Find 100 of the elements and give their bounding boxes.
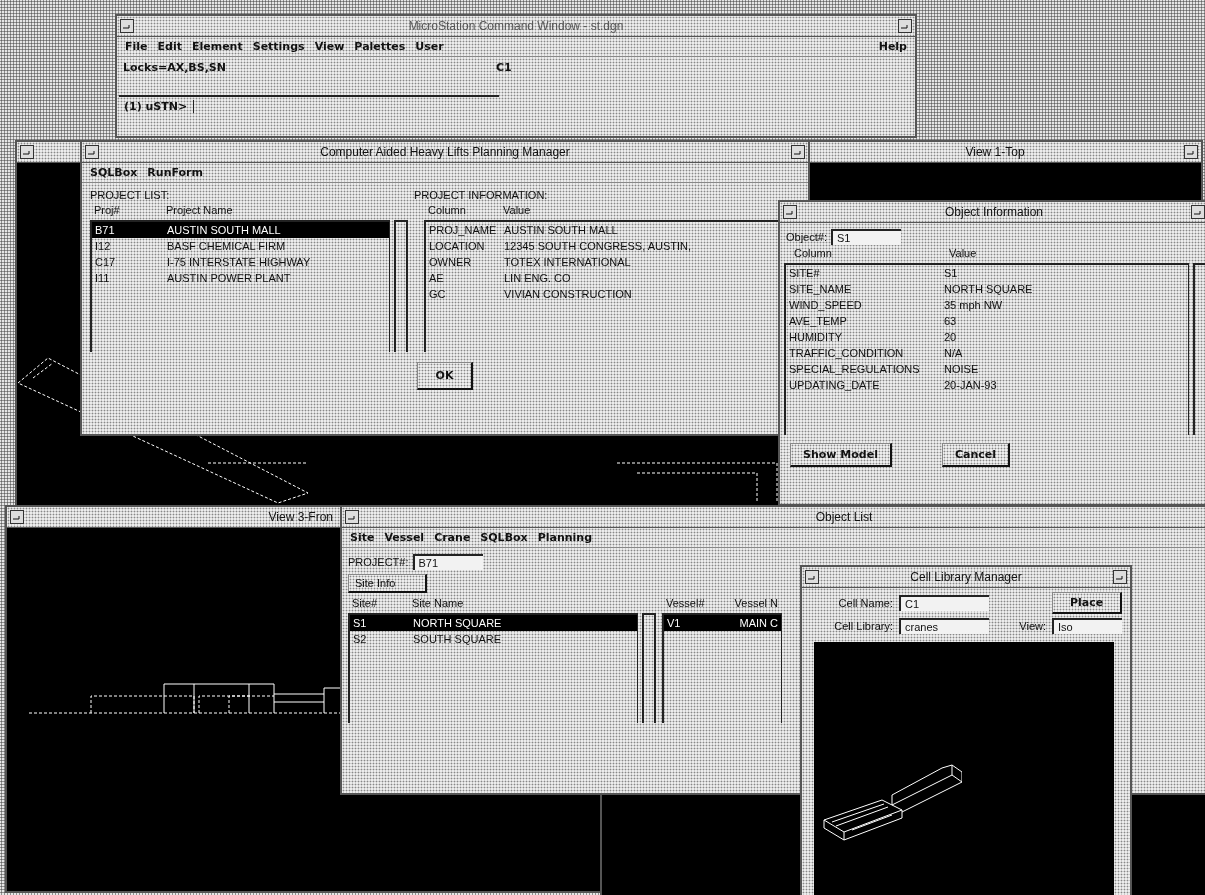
menu-item[interactable]: Vessel — [384, 531, 425, 544]
list-row[interactable]: C17 I-75 INTERSTATE HIGHWAY — [92, 254, 389, 270]
minimize-button[interactable] — [10, 510, 24, 524]
maximize-button[interactable] — [1113, 570, 1127, 584]
minimize-button[interactable] — [20, 145, 34, 159]
table-cell-text: NOISE — [944, 363, 980, 375]
column-header: Value — [503, 204, 532, 216]
column-header: Project Name — [166, 204, 234, 216]
window-title: Cell Library Manager — [909, 570, 1023, 584]
menu-item[interactable]: Element — [191, 40, 243, 53]
table-cell-text: 35 mph NW — [944, 299, 1004, 311]
table-cell-text: UPDATING_DATE — [789, 379, 881, 391]
table-cell-text: TOTEX INTERNATIONAL — [504, 256, 632, 268]
table-cell-text: NORTH SQUARE — [944, 283, 1034, 295]
column-header: Column — [428, 204, 467, 216]
table-cell-text: AVE_TEMP — [789, 315, 848, 327]
scrollbar[interactable] — [394, 220, 408, 352]
menu-item[interactable]: SQLBox — [480, 531, 528, 544]
field-label: PROJECT#: — [348, 556, 409, 568]
table-cell-text: OWNER — [429, 256, 473, 268]
project-field[interactable]: B71 — [412, 554, 483, 570]
window-title: Object Information — [943, 205, 1044, 219]
menu-item[interactable]: Edit — [157, 40, 182, 53]
menu-item[interactable]: SQLBox — [90, 166, 138, 179]
list-row[interactable]: S1 NORTH SQUARE — [350, 615, 637, 631]
table-cell-text: AE — [429, 272, 445, 284]
menu-item[interactable]: Crane — [434, 531, 471, 544]
place-button[interactable]: Place — [1052, 592, 1122, 614]
table-cell-text: TRAFFIC_CONDITION — [789, 347, 905, 359]
active-cell-status: C1 — [495, 61, 512, 76]
maximize-button[interactable] — [1191, 205, 1205, 219]
table-cell-text: N/A — [944, 347, 964, 359]
table-cell-text: HUMIDITY — [789, 331, 844, 343]
table-cell-text: 63 — [944, 315, 958, 327]
column-header: Proj# — [94, 204, 121, 216]
window-title: View 1-Top — [964, 145, 1026, 159]
list-row[interactable]: V1 MAIN C — [664, 615, 781, 631]
maximize-button[interactable] — [1184, 145, 1198, 159]
minimize-button[interactable] — [85, 145, 99, 159]
window-title: Computer Aided Heavy Lifts Planning Manager — [319, 145, 571, 159]
scrollbar[interactable] — [1193, 263, 1205, 435]
section-label: PROJECT INFORMATION: — [414, 189, 549, 201]
object-field[interactable]: S1 — [830, 229, 901, 245]
table-cell-text: WIND_SPEED — [789, 299, 863, 311]
table-cell-text: S1 — [944, 267, 959, 279]
view-field[interactable]: Iso — [1052, 618, 1122, 634]
scrollbar[interactable] — [642, 613, 656, 723]
table-cell-text: LOCATION — [429, 240, 486, 252]
menu-item[interactable]: View — [314, 40, 345, 53]
column-header: Vessel N — [733, 597, 778, 609]
menu-item[interactable]: Settings — [252, 40, 305, 53]
field-label: View: — [1018, 620, 1046, 632]
column-header: Value — [949, 247, 978, 259]
table-cell-text: 20-JAN-93 — [944, 379, 998, 391]
list-row[interactable]: S2 SOUTH SQUARE — [350, 631, 637, 647]
menu-item[interactable]: RunForm — [147, 166, 203, 179]
column-header: Site Name — [412, 597, 465, 609]
list-row[interactable]: I12 BASF CHEMICAL FIRM — [92, 238, 389, 254]
cell-library-field[interactable]: cranes — [899, 618, 989, 634]
table-cell-text: SPECIAL_REGULATIONS — [789, 363, 921, 375]
table-cell-text: SITE# — [789, 267, 821, 279]
menu-item[interactable]: Help — [878, 40, 907, 53]
maximize-button[interactable] — [898, 19, 912, 33]
list-row[interactable]: B71 AUSTIN SOUTH MALL — [92, 222, 389, 238]
ok-button[interactable]: OK — [416, 362, 474, 390]
minimize-button[interactable] — [120, 19, 134, 33]
column-header: Site# — [352, 597, 379, 609]
menu-item[interactable]: User — [415, 40, 444, 53]
column-header: Vessel# — [666, 597, 706, 609]
table-cell-text: SITE_NAME — [789, 283, 853, 295]
menu-item[interactable]: File — [125, 40, 148, 53]
command-field[interactable]: (1) uSTN> — [119, 95, 499, 116]
table-cell-text: VIVIAN CONSTRUCTION — [504, 288, 633, 300]
field-label: Cell Library: — [833, 620, 893, 632]
window-title: MicroStation Command Window - st.dgn — [407, 19, 625, 33]
list-row[interactable]: I11 AUSTIN POWER PLANT — [92, 270, 389, 286]
maximize-button[interactable] — [791, 145, 805, 159]
menu-item[interactable]: Palettes — [354, 40, 406, 53]
locks-status: Locks=AX,BS,SN — [123, 61, 226, 76]
field-label: Cell Name: — [837, 597, 893, 609]
dialog-button[interactable]: Cancel — [941, 443, 1010, 467]
table-cell-text: GC — [429, 288, 447, 300]
cell-name-field[interactable]: C1 — [899, 595, 989, 611]
table-cell-text: 12345 SOUTH CONGRESS, AUSTIN, — [504, 240, 693, 252]
table-cell-text: 20 — [944, 331, 958, 343]
dialog-button[interactable]: Show Model — [790, 443, 892, 467]
window-title: Object List — [814, 510, 874, 524]
field-label: Object#: — [786, 231, 827, 243]
table-cell-text: LIN ENG. CO — [504, 272, 572, 284]
column-header: Column — [794, 247, 833, 259]
minimize-button[interactable] — [783, 205, 797, 219]
window-title: View 3-Fron — [267, 510, 333, 524]
menu-item[interactable]: Planning — [537, 531, 593, 544]
menu-item[interactable]: Site — [350, 531, 375, 544]
section-label: PROJECT LIST: — [90, 189, 171, 201]
site-info-button[interactable]: Site Info — [348, 574, 428, 593]
table-cell-text: PROJ_NAME — [429, 224, 498, 236]
table-cell-text: AUSTIN SOUTH MALL — [504, 224, 619, 236]
minimize-button[interactable] — [805, 570, 819, 584]
minimize-button[interactable] — [345, 510, 359, 524]
